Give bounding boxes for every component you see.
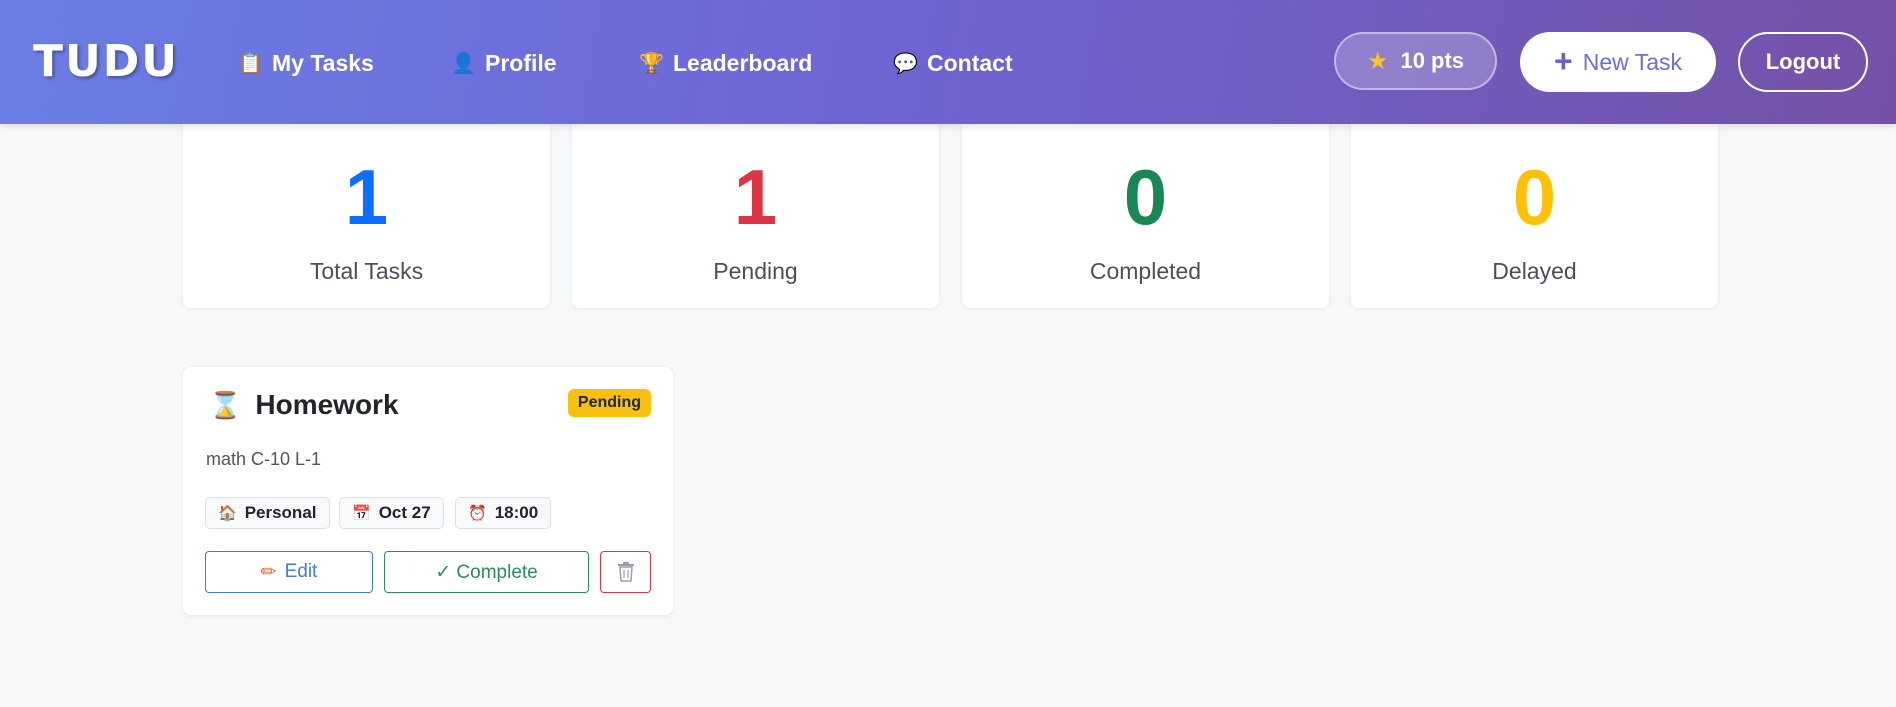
stat-card-total-tasks: 1 Total Tasks — [183, 124, 550, 308]
points-value: 10 pts — [1400, 48, 1465, 73]
nav-link-label: Contact — [927, 49, 1013, 76]
stat-card-pending: 1 Pending — [572, 124, 939, 308]
speech-bubble-icon: 💬 — [893, 52, 918, 75]
stat-label: Completed — [1089, 258, 1202, 284]
plus-icon: + — [1554, 43, 1573, 79]
time-chip: ⏰ 18:00 — [455, 497, 552, 529]
nav-link-leaderboard[interactable]: 🏆 Leaderboard — [639, 46, 812, 80]
category-chip: 🏠 Personal — [205, 497, 330, 529]
calendar-icon: 📅 — [352, 505, 371, 522]
stat-card-completed: 0 Completed — [962, 124, 1329, 308]
stat-label: Total Tasks — [309, 258, 424, 284]
new-task-label: New Task — [1582, 48, 1682, 75]
new-task-button[interactable]: + New Task — [1520, 32, 1716, 92]
date-chip: 📅 Oct 27 — [339, 497, 444, 529]
stat-card-delayed: 0 Delayed — [1351, 124, 1718, 308]
stat-value: 1 — [344, 153, 389, 241]
stat-value: 0 — [1123, 153, 1168, 241]
user-icon: 👤 — [451, 52, 476, 75]
nav-link-label: My Tasks — [272, 49, 374, 76]
task-description: math C-10 L-1 — [206, 449, 322, 469]
status-badge: Pending — [567, 389, 651, 417]
trophy-icon: 🏆 — [639, 52, 664, 75]
stat-label: Pending — [713, 258, 798, 284]
star-icon: ★ — [1366, 47, 1389, 75]
task-title-row: ⌛ Homework — [209, 389, 399, 421]
logout-button[interactable]: Logout — [1738, 32, 1868, 92]
stat-value: 1 — [733, 153, 778, 241]
nav-link-label: Leaderboard — [673, 49, 813, 76]
date-label: Oct 27 — [378, 503, 431, 522]
house-icon: 🏠 — [218, 505, 237, 522]
pencil-icon: ✏ — [260, 561, 277, 583]
brand-logo[interactable]: TUDU — [33, 36, 179, 87]
task-card: ⌛ Homework Pending math C-10 L-1 🏠 Perso… — [183, 367, 673, 615]
stat-value: 0 — [1512, 153, 1557, 241]
stat-label: Delayed — [1492, 258, 1577, 284]
clipboard-icon: 📋 — [238, 52, 263, 75]
trash-icon — [617, 562, 634, 582]
nav-link-my-tasks[interactable]: 📋 My Tasks — [238, 46, 374, 80]
alarm-clock-icon: ⏰ — [468, 505, 487, 522]
edit-button[interactable]: ✏ Edit — [205, 551, 373, 593]
task-title: Homework — [255, 389, 399, 420]
edit-label: Edit — [284, 561, 318, 582]
delete-button[interactable] — [600, 551, 651, 593]
top-navbar: TUDU 📋 My Tasks 👤 Profile 🏆 Leaderboard … — [0, 0, 1896, 124]
nav-link-contact[interactable]: 💬 Contact — [893, 46, 1013, 80]
nav-link-label: Profile — [485, 49, 557, 76]
nav-link-profile[interactable]: 👤 Profile — [451, 46, 557, 80]
category-label: Personal — [244, 503, 317, 522]
complete-button[interactable]: ✓ Complete — [384, 551, 589, 593]
points-badge: ★ 10 pts — [1334, 32, 1497, 90]
time-label: 18:00 — [494, 503, 539, 522]
hourglass-icon: ⌛ — [209, 389, 242, 420]
